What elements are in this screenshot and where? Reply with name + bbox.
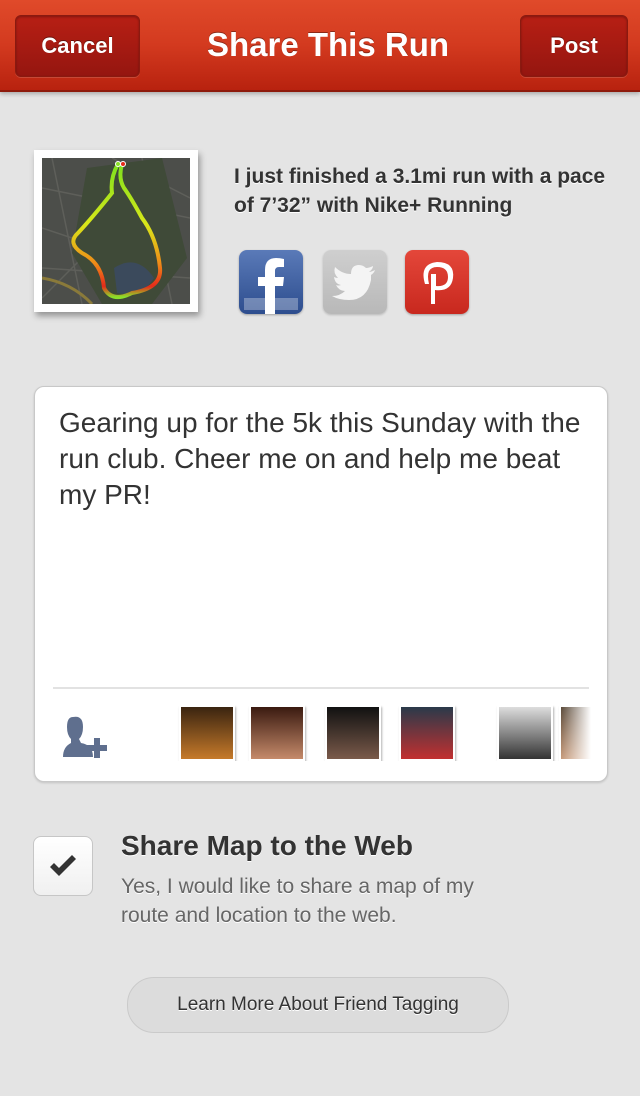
share-facebook-button[interactable] <box>239 250 303 314</box>
message-composer: Gearing up for the 5k this Sunday with t… <box>34 386 608 782</box>
friend-avatar[interactable] <box>179 705 235 761</box>
add-friend-button[interactable] <box>59 713 113 763</box>
page-title: Share This Run <box>206 26 450 63</box>
friend-avatar[interactable] <box>497 705 553 761</box>
route-map-icon <box>42 158 190 304</box>
cancel-button[interactable]: Cancel <box>15 15 140 77</box>
share-path-button[interactable] <box>405 250 469 314</box>
learn-more-button[interactable]: Learn More About Friend Tagging <box>127 977 509 1033</box>
share-map-title: Share Map to the Web <box>121 830 413 861</box>
share-map-description: Yes, I would like to share a map of my r… <box>121 875 474 927</box>
navigation-bar: Cancel Share This Run Post <box>0 0 640 92</box>
divider <box>53 687 589 689</box>
checkmark-icon <box>50 855 76 876</box>
post-button[interactable]: Post <box>520 15 628 77</box>
share-map-checkbox[interactable] <box>33 836 93 896</box>
path-icon <box>423 262 454 304</box>
run-summary: I just finished a 3.1mi run with a pace … <box>234 165 606 217</box>
friend-avatar[interactable] <box>249 705 305 761</box>
fade-overlay <box>561 705 591 761</box>
friend-avatar[interactable] <box>399 705 455 761</box>
twitter-icon <box>332 265 375 300</box>
tagged-friends-list[interactable] <box>177 705 591 761</box>
friend-avatar[interactable] <box>325 705 381 761</box>
facebook-icon <box>244 258 298 314</box>
add-friend-icon <box>63 716 107 758</box>
message-input[interactable]: Gearing up for the 5k this Sunday with t… <box>59 405 589 675</box>
share-twitter-button[interactable] <box>323 250 387 314</box>
route-map-thumbnail[interactable] <box>34 150 198 312</box>
